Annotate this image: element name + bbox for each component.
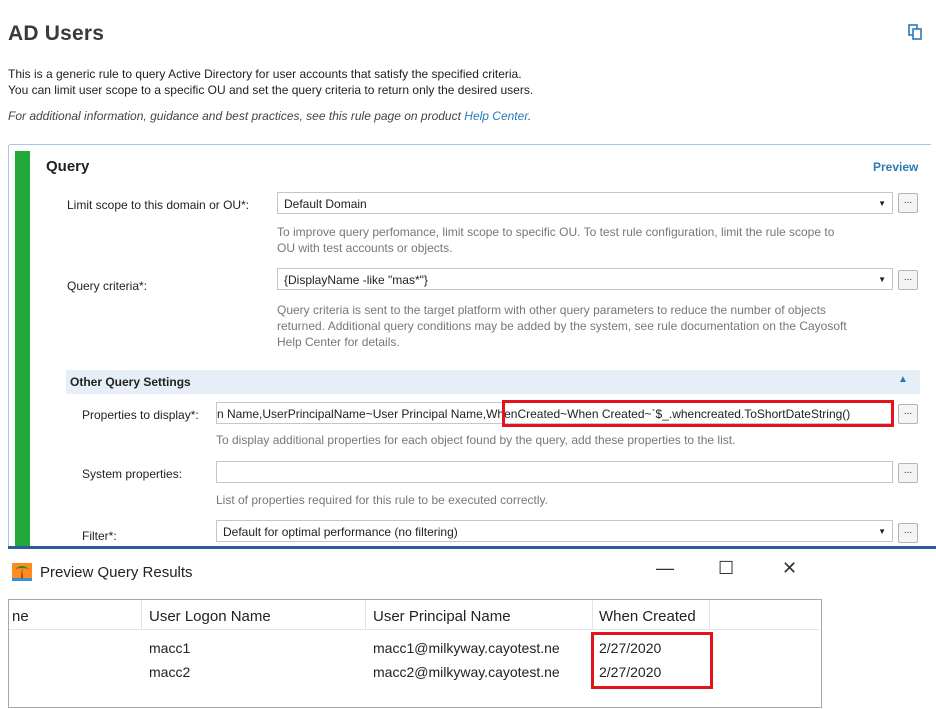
maximize-button[interactable]: ☐ (718, 558, 734, 579)
info-line: For additional information, guidance and… (8, 109, 531, 123)
query-section-title: Query (46, 158, 90, 175)
scope-label: Limit scope to this domain or OU*: (67, 198, 250, 212)
filter-select[interactable]: Default for optimal performance (no filt… (216, 520, 893, 542)
system-properties-input[interactable] (216, 461, 893, 483)
properties-hint: To display additional properties for eac… (216, 433, 736, 447)
description-line-1: This is a generic rule to query Active D… (8, 67, 522, 81)
palm-tree-icon (12, 563, 32, 581)
criteria-hint-line-3: Help Center for details. (277, 335, 400, 349)
other-settings-title: Other Query Settings (70, 375, 191, 389)
criteria-browse-button[interactable]: ... (898, 270, 918, 290)
table-row-1-logon[interactable]: macc1 (149, 640, 190, 656)
column-separator[interactable] (365, 600, 366, 629)
highlight-box (502, 400, 894, 427)
table-row-2-upn[interactable]: macc2@milkyway.cayotest.ne (373, 664, 593, 680)
scope-browse-button[interactable]: ... (898, 193, 918, 213)
page-title: AD Users (8, 22, 105, 45)
filter-value: Default for optimal performance (no filt… (223, 525, 458, 539)
criteria-hint-line-2: returned. Additional query conditions ma… (277, 319, 847, 333)
close-button[interactable]: ✕ (782, 558, 797, 579)
copy-icon[interactable] (908, 24, 922, 40)
criteria-label: Query criteria*: (67, 279, 148, 293)
scope-value: Default Domain (284, 197, 367, 211)
info-prefix: For additional information, guidance and… (8, 109, 465, 123)
column-header-logon[interactable]: User Logon Name (149, 608, 271, 625)
dialog-title: Preview Query Results (40, 564, 193, 581)
criteria-hint-line-1: Query criteria is sent to the target pla… (277, 303, 826, 317)
chevron-down-icon: ▼ (878, 275, 886, 284)
description-line-2: You can limit user scope to a specific O… (8, 83, 534, 97)
chevron-down-icon: ▼ (878, 199, 886, 208)
column-separator[interactable] (592, 600, 593, 629)
preview-link[interactable]: Preview (873, 160, 918, 174)
criteria-select[interactable]: {DisplayName -like "mas*"} ▼ (277, 268, 893, 290)
column-header-name[interactable]: ne (12, 608, 29, 625)
filter-label: Filter*: (82, 529, 117, 543)
system-properties-label: System properties: (82, 467, 183, 481)
chevron-up-icon[interactable]: ▲ (898, 374, 908, 385)
properties-label: Properties to display*: (82, 408, 199, 422)
column-header-upn[interactable]: User Principal Name (373, 608, 511, 625)
filter-browse-button[interactable]: ... (898, 523, 918, 543)
status-bar (15, 151, 30, 551)
properties-browse-button[interactable]: ... (898, 404, 918, 424)
help-center-link[interactable]: Help Center (464, 109, 528, 123)
criteria-value: {DisplayName -like "mas*"} (284, 273, 428, 287)
properties-value-part-1: n Name,UserPrincipalName~User Principal … (217, 407, 487, 421)
info-suffix: . (527, 109, 532, 123)
background-edge (0, 546, 8, 706)
chevron-down-icon: ▼ (878, 527, 886, 536)
column-separator[interactable] (709, 600, 710, 629)
column-header-created[interactable]: When Created (599, 608, 696, 625)
highlight-box (591, 632, 713, 689)
minimize-button[interactable]: — (656, 558, 674, 579)
other-settings-header[interactable] (66, 370, 920, 394)
table-row-1-upn[interactable]: macc1@milkyway.cayotest.ne (373, 640, 593, 656)
column-separator[interactable] (141, 600, 142, 629)
table-row-2-logon[interactable]: macc2 (149, 664, 190, 680)
scope-select[interactable]: Default Domain ▼ (277, 192, 893, 214)
scope-hint-line-1: To improve query perfomance, limit scope… (277, 225, 835, 239)
system-properties-hint: List of properties required for this rul… (216, 493, 548, 507)
system-properties-browse-button[interactable]: ... (898, 463, 918, 483)
scope-hint-line-2: OU with test accounts or objects. (277, 241, 453, 255)
